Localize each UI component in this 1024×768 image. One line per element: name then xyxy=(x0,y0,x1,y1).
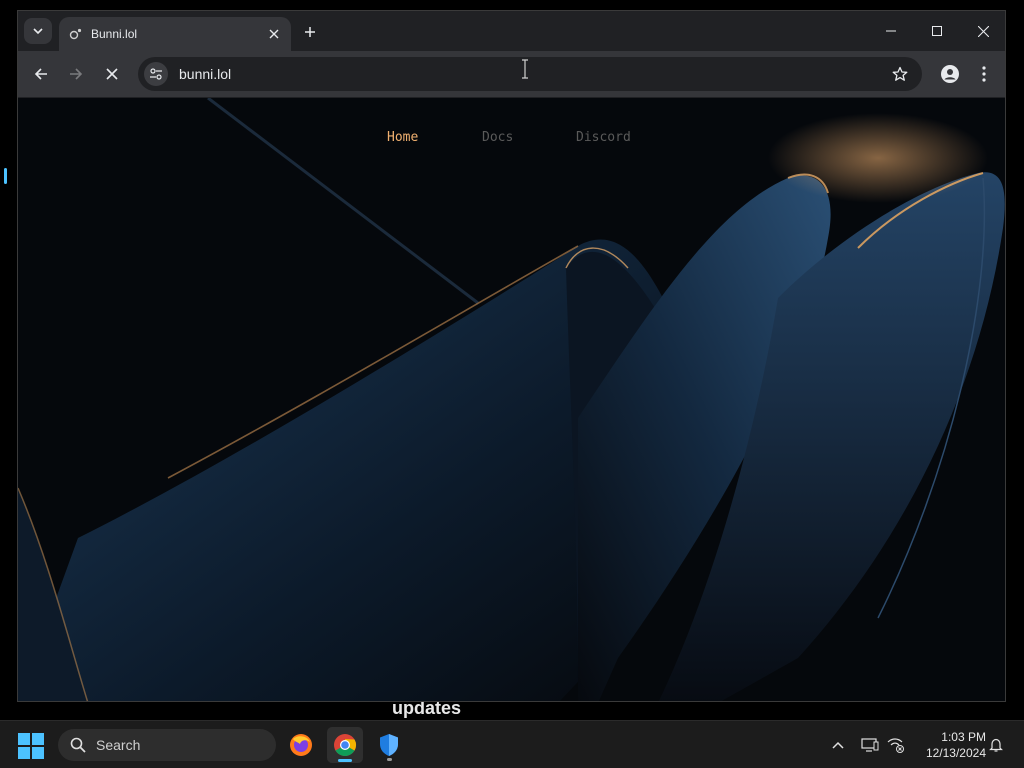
taskbar-defender[interactable] xyxy=(371,727,407,763)
text-cursor-icon xyxy=(522,59,528,79)
close-tab-icon[interactable] xyxy=(263,23,285,45)
chrome-icon xyxy=(334,734,356,756)
hero-background-art xyxy=(18,98,1005,701)
display-tray-button[interactable] xyxy=(860,735,880,755)
taskbar-firefox[interactable] xyxy=(283,727,319,763)
search-icon xyxy=(70,737,86,753)
new-tab-button[interactable] xyxy=(298,20,322,44)
desktop-selection-marker xyxy=(4,168,7,184)
person-icon xyxy=(941,65,959,83)
nav-link-home[interactable]: Home xyxy=(387,130,418,145)
plus-icon xyxy=(305,27,315,37)
notifications-button[interactable] xyxy=(986,735,1006,755)
tab-bunni[interactable]: Bunni.lol xyxy=(59,17,291,51)
browser-menu-button[interactable] xyxy=(972,60,996,88)
windows-start-icon[interactable] xyxy=(18,733,44,759)
browser-window: Bunni.lol bunni.lol Home Docs Discord xyxy=(17,10,1006,702)
taskbar: Search 1:03 PM 12/13/2024 xyxy=(0,720,1024,768)
clock-date: 12/13/2024 xyxy=(925,746,986,760)
forward-arrow-icon xyxy=(70,68,83,80)
running-app-indicator xyxy=(387,758,392,761)
clock-time: 1:03 PM xyxy=(941,730,986,744)
taskbar-chrome[interactable] xyxy=(327,727,363,763)
nav-link-docs[interactable]: Docs xyxy=(482,130,513,145)
maximize-icon xyxy=(932,26,942,36)
back-button[interactable] xyxy=(27,60,55,88)
nav-link-discord[interactable]: Discord xyxy=(576,130,631,145)
tab-search-button[interactable] xyxy=(24,18,52,44)
site-info-button[interactable] xyxy=(144,62,168,86)
url-text: bunni.lol xyxy=(179,66,232,82)
network-disconnected-icon xyxy=(887,738,904,753)
display-icon xyxy=(861,738,879,752)
firefox-icon xyxy=(290,734,312,756)
close-window-button[interactable] xyxy=(960,15,1005,47)
profile-button[interactable] xyxy=(936,60,964,88)
bell-icon xyxy=(989,738,1003,752)
page-viewport: Home Docs Discord xyxy=(18,98,1005,701)
bookmark-star-icon[interactable] xyxy=(886,60,914,88)
stop-icon xyxy=(106,68,118,80)
taskbar-search-box[interactable]: Search xyxy=(58,729,276,761)
show-hidden-icons-button[interactable] xyxy=(828,735,848,755)
network-tray-button[interactable] xyxy=(886,735,906,755)
more-vert-icon xyxy=(982,66,986,82)
defender-icon xyxy=(380,734,398,756)
chevron-down-icon xyxy=(33,28,43,35)
back-arrow-icon xyxy=(34,68,47,80)
taskbar-clock[interactable]: 1:03 PM 12/13/2024 xyxy=(914,729,986,761)
minimize-button[interactable] xyxy=(868,15,914,47)
maximize-button[interactable] xyxy=(914,15,960,47)
stop-loading-button[interactable] xyxy=(98,60,126,88)
taskbar-search-label: Search xyxy=(96,737,141,753)
minimize-icon xyxy=(886,30,896,32)
tune-icon xyxy=(150,68,162,80)
forward-button[interactable] xyxy=(62,60,90,88)
active-app-indicator xyxy=(338,759,352,762)
close-icon xyxy=(977,25,989,37)
tab-strip: Bunni.lol xyxy=(18,11,1005,51)
tab-title: Bunni.lol xyxy=(91,27,138,41)
browser-toolbar: bunni.lol xyxy=(18,51,1005,98)
chevron-up-icon xyxy=(832,741,844,749)
favicon-icon xyxy=(69,27,83,41)
